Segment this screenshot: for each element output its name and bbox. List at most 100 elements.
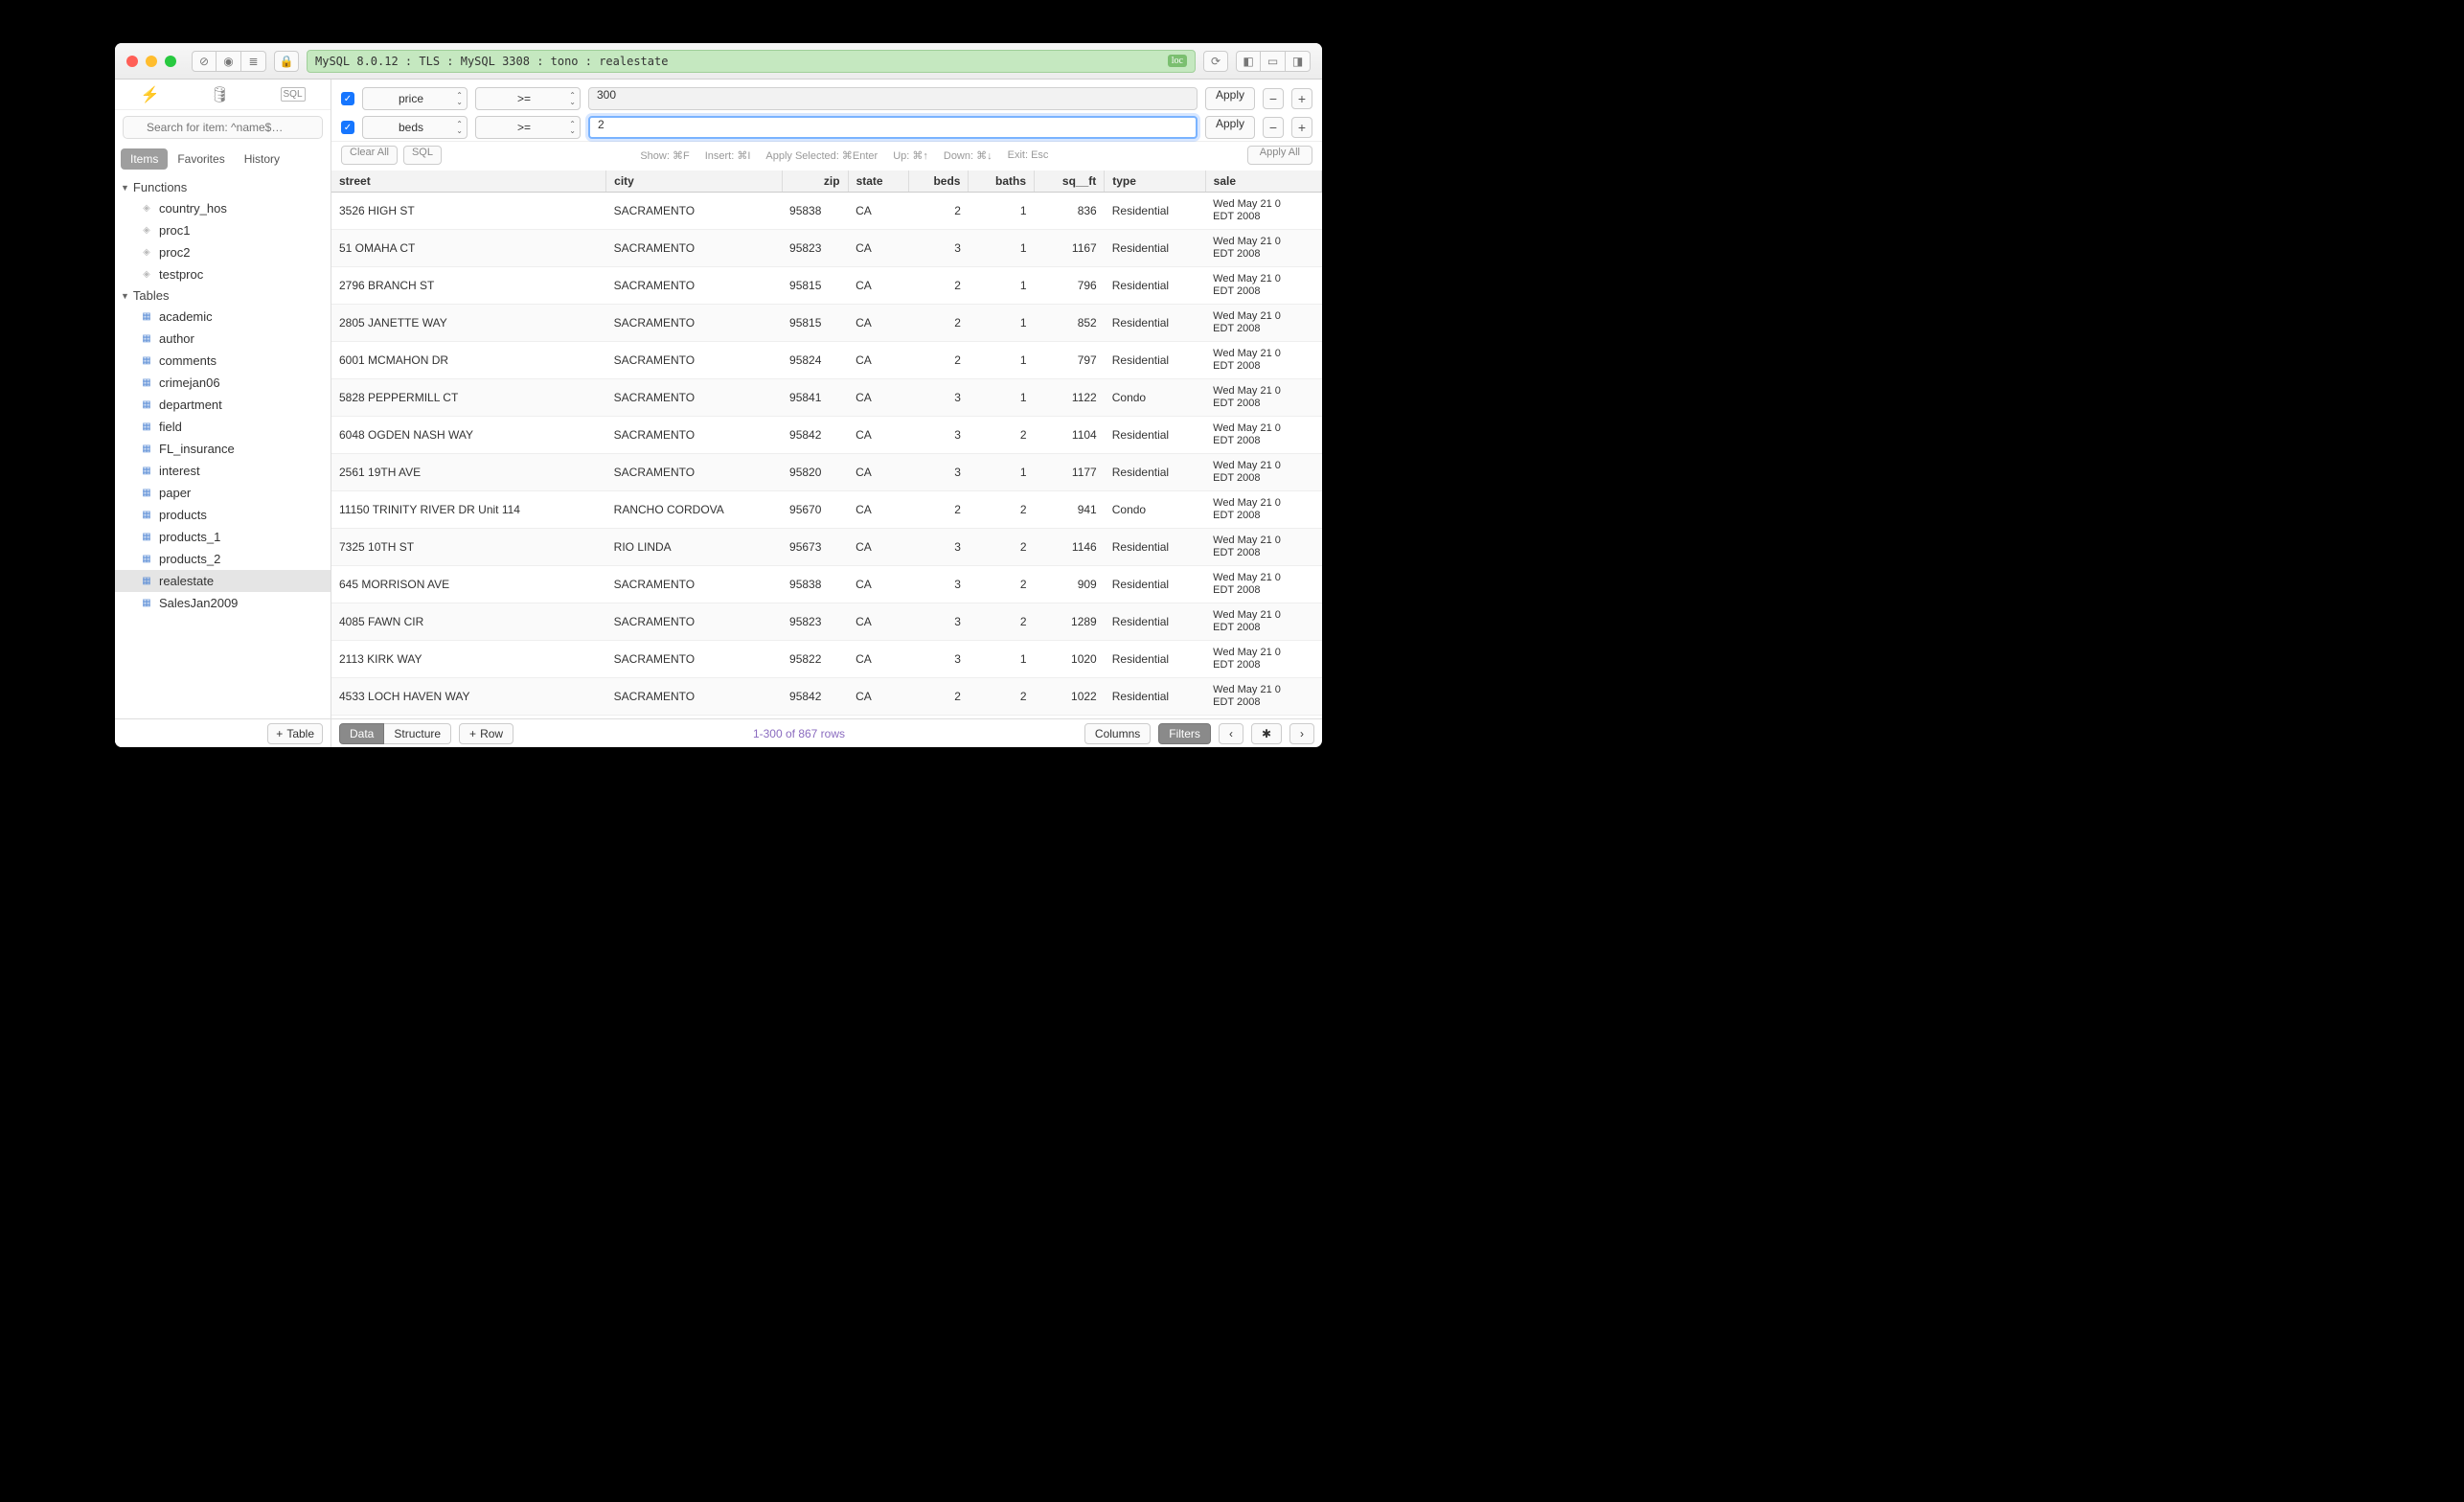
- cell[interactable]: 11150 TRINITY RIVER DR Unit 114: [331, 490, 606, 528]
- cell[interactable]: Condo: [1105, 490, 1205, 528]
- cell[interactable]: 2: [969, 528, 1035, 565]
- seg-history[interactable]: History: [235, 148, 289, 170]
- close-window[interactable]: [126, 56, 138, 67]
- cell[interactable]: 1289: [1035, 603, 1105, 640]
- cell[interactable]: 1: [969, 229, 1035, 266]
- add-table-button[interactable]: + Table: [267, 723, 323, 744]
- zoom-window[interactable]: [165, 56, 176, 67]
- cell[interactable]: 95838: [782, 192, 848, 229]
- cell[interactable]: RIO LINDA: [606, 528, 782, 565]
- cell[interactable]: CA: [848, 453, 908, 490]
- cell[interactable]: 1: [969, 453, 1035, 490]
- cell[interactable]: CA: [848, 640, 908, 677]
- cell[interactable]: SACRAMENTO: [606, 229, 782, 266]
- cell[interactable]: Wed May 21 0EDT 2008: [1205, 192, 1321, 229]
- cell[interactable]: 4533 LOCH HAVEN WAY: [331, 677, 606, 715]
- seg-favorites[interactable]: Favorites: [168, 148, 234, 170]
- cell[interactable]: 1: [969, 266, 1035, 304]
- cell[interactable]: 3: [908, 416, 969, 453]
- cell[interactable]: CA: [848, 304, 908, 341]
- list-button[interactable]: ≣: [241, 51, 266, 72]
- plugin-icon[interactable]: ⚡: [140, 85, 159, 104]
- cell[interactable]: Wed May 21 0EDT 2008: [1205, 453, 1321, 490]
- cell[interactable]: 95815: [782, 304, 848, 341]
- cell[interactable]: 95673: [782, 528, 848, 565]
- remove-filter-button[interactable]: −: [1263, 88, 1284, 109]
- cell[interactable]: SACRAMENTO: [606, 603, 782, 640]
- section-functions[interactable]: Functions: [115, 177, 331, 197]
- cell[interactable]: Residential: [1105, 229, 1205, 266]
- cell[interactable]: 6001 MCMAHON DR: [331, 341, 606, 378]
- cell[interactable]: Wed May 21 0EDT 2008: [1205, 304, 1321, 341]
- cell[interactable]: SACRAMENTO: [606, 453, 782, 490]
- cell[interactable]: 2: [908, 304, 969, 341]
- cell[interactable]: SACRAMENTO: [606, 378, 782, 416]
- cell[interactable]: 3: [908, 229, 969, 266]
- sql-button[interactable]: SQL: [403, 146, 442, 165]
- cell[interactable]: Residential: [1105, 266, 1205, 304]
- cell[interactable]: SACRAMENTO: [606, 677, 782, 715]
- cell[interactable]: Wed May 21 0EDT 2008: [1205, 565, 1321, 603]
- cell[interactable]: 941: [1035, 490, 1105, 528]
- cell[interactable]: 1: [969, 341, 1035, 378]
- table-row[interactable]: 5828 PEPPERMILL CTSACRAMENTO95841CA31112…: [331, 378, 1322, 416]
- cell[interactable]: 2: [908, 677, 969, 715]
- cell[interactable]: 95838: [782, 565, 848, 603]
- cell[interactable]: CA: [848, 266, 908, 304]
- cell[interactable]: 852: [1035, 304, 1105, 341]
- cell[interactable]: Wed May 21 0EDT 2008: [1205, 677, 1321, 715]
- sidebar-item-products[interactable]: ▦products: [115, 504, 331, 526]
- database-icon[interactable]: 🛢: [210, 85, 229, 104]
- col-beds[interactable]: beds: [908, 171, 969, 192]
- filter-checkbox[interactable]: ✓: [341, 92, 354, 105]
- tab-data[interactable]: Data: [339, 723, 384, 744]
- cell[interactable]: 3: [908, 453, 969, 490]
- cell[interactable]: SACRAMENTO: [606, 192, 782, 229]
- cell[interactable]: 95842: [782, 677, 848, 715]
- cell[interactable]: 3: [908, 603, 969, 640]
- add-row-button[interactable]: + Row: [459, 723, 513, 744]
- cell[interactable]: Residential: [1105, 677, 1205, 715]
- cell[interactable]: SACRAMENTO: [606, 416, 782, 453]
- cell[interactable]: CA: [848, 565, 908, 603]
- cell[interactable]: Residential: [1105, 453, 1205, 490]
- cell[interactable]: Wed May 21 0EDT 2008: [1205, 490, 1321, 528]
- prev-page-button[interactable]: ‹: [1219, 723, 1243, 744]
- table-row[interactable]: 645 MORRISON AVESACRAMENTO95838CA32909Re…: [331, 565, 1322, 603]
- sidebar-item-crimejan06[interactable]: ▦crimejan06: [115, 372, 331, 394]
- cell[interactable]: 2: [969, 603, 1035, 640]
- cell[interactable]: 2: [908, 490, 969, 528]
- filter-op-select[interactable]: >=: [475, 87, 581, 110]
- cell[interactable]: 95842: [782, 416, 848, 453]
- cell[interactable]: Residential: [1105, 528, 1205, 565]
- filter-value-input[interactable]: 2: [588, 116, 1198, 139]
- preview-button[interactable]: ◉: [217, 51, 241, 72]
- table-row[interactable]: 7325 10TH STRIO LINDA95673CA321146Reside…: [331, 528, 1322, 565]
- filter-checkbox[interactable]: ✓: [341, 121, 354, 134]
- cell[interactable]: 2: [908, 266, 969, 304]
- cell[interactable]: 797: [1035, 341, 1105, 378]
- table-row[interactable]: 2113 KIRK WAYSACRAMENTO95822CA311020Resi…: [331, 640, 1322, 677]
- cell[interactable]: SACRAMENTO: [606, 304, 782, 341]
- cell[interactable]: 51 OMAHA CT: [331, 229, 606, 266]
- cell[interactable]: SACRAMENTO: [606, 640, 782, 677]
- cell[interactable]: 1104: [1035, 416, 1105, 453]
- cell[interactable]: CA: [848, 192, 908, 229]
- cell[interactable]: 1: [969, 640, 1035, 677]
- cell[interactable]: Residential: [1105, 640, 1205, 677]
- stop-button[interactable]: ⊘: [192, 51, 217, 72]
- cell[interactable]: Residential: [1105, 341, 1205, 378]
- table-row[interactable]: 4085 FAWN CIRSACRAMENTO95823CA321289Resi…: [331, 603, 1322, 640]
- table-row[interactable]: 2561 19TH AVESACRAMENTO95820CA311177Resi…: [331, 453, 1322, 490]
- cell[interactable]: 1022: [1035, 677, 1105, 715]
- filter-column-select[interactable]: beds: [362, 116, 468, 139]
- minimize-window[interactable]: [146, 56, 157, 67]
- cell[interactable]: Residential: [1105, 565, 1205, 603]
- layout-right-button[interactable]: ◨: [1286, 51, 1311, 72]
- cell[interactable]: 1122: [1035, 378, 1105, 416]
- sidebar-item-country_hos[interactable]: ◈country_hos: [115, 197, 331, 219]
- sidebar-item-interest[interactable]: ▦interest: [115, 460, 331, 482]
- cell[interactable]: 2: [908, 192, 969, 229]
- sidebar-item-department[interactable]: ▦department: [115, 394, 331, 416]
- col-baths[interactable]: baths: [969, 171, 1035, 192]
